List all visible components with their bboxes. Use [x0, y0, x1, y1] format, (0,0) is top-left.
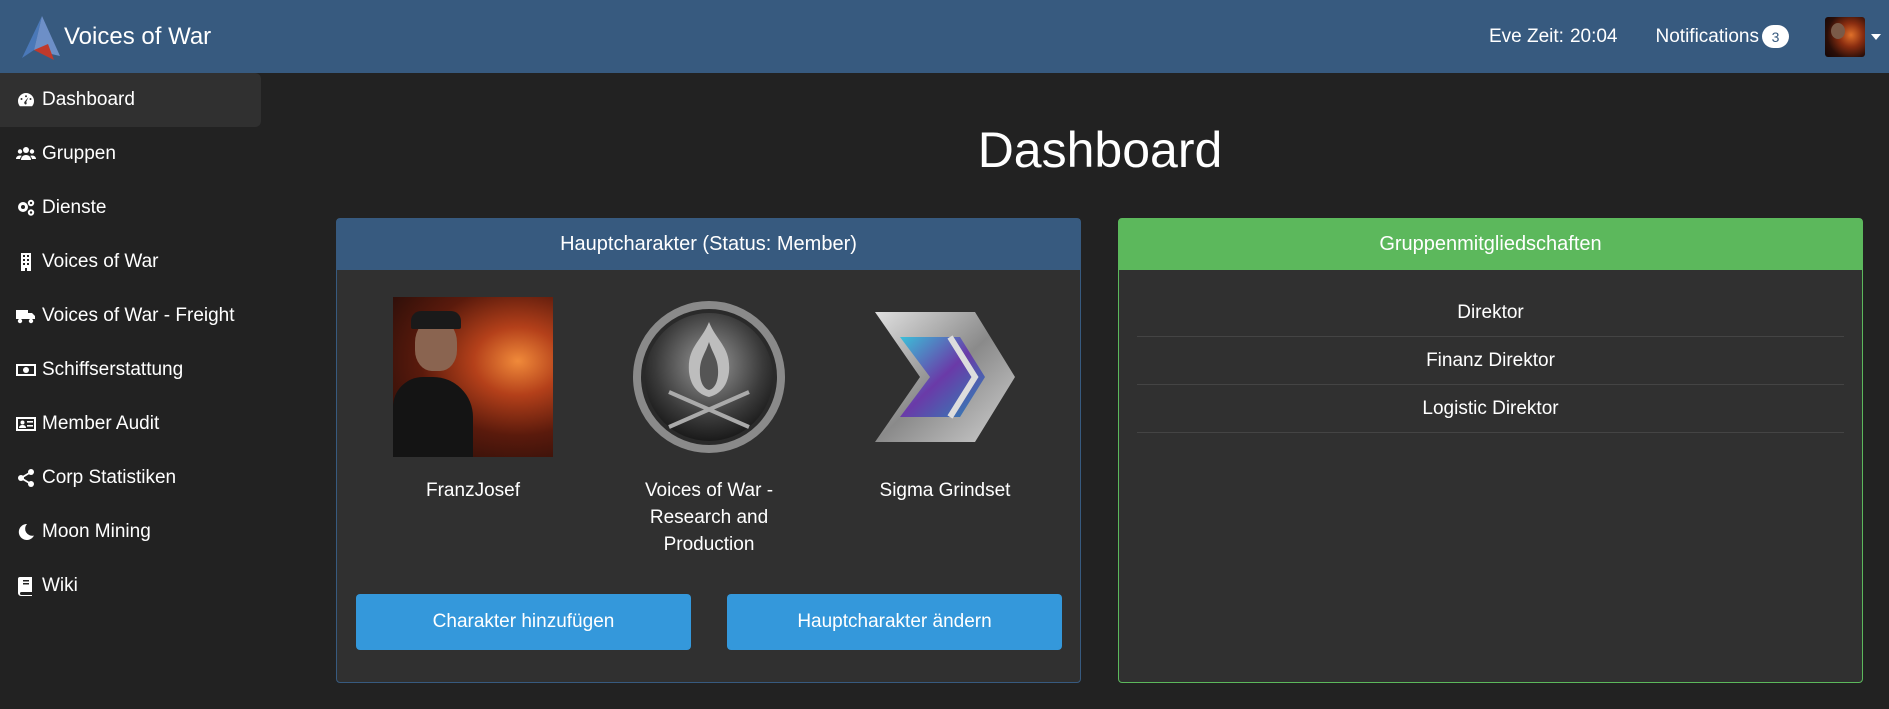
sidebar-item-schiffserstattung[interactable]: Schiffserstattung	[0, 343, 261, 397]
sidebar-item-member-audit[interactable]: Member Audit	[0, 397, 261, 451]
sidebar-item-label: Dienste	[42, 197, 107, 218]
sidebar-item-label: Corp Statistiken	[42, 467, 177, 488]
main-character-card: Hauptcharakter (Status: Member) FranzJos…	[336, 218, 1081, 683]
id-card-icon	[15, 414, 37, 434]
main-character-card-header: Hauptcharakter (Status: Member)	[337, 219, 1080, 270]
users-icon	[15, 144, 37, 164]
character-portrait: FranzJosef	[373, 297, 573, 504]
moon-icon	[15, 522, 37, 542]
sidebar-item-label: Wiki	[42, 575, 78, 596]
list-item: Direktor	[1137, 289, 1844, 337]
list-item: Logistic Direktor	[1137, 385, 1844, 433]
gauge-icon	[15, 90, 37, 110]
book-icon	[15, 576, 37, 596]
page-title: Dashboard	[977, 122, 1223, 178]
sidebar-item-dashboard[interactable]: Dashboard	[0, 73, 261, 127]
eve-time: Eve Zeit: 20:04	[1489, 26, 1618, 48]
notifications-label: Notifications	[1655, 25, 1760, 47]
corporation-name: Voices of War - Research and Production	[644, 480, 774, 555]
notifications-link[interactable]: Notifications 3	[1655, 25, 1789, 48]
alliance-logo-icon	[865, 297, 1025, 457]
change-main-character-button[interactable]: Hauptcharakter ändern	[727, 594, 1062, 650]
sidebar-item-label: Voices of War	[42, 251, 159, 272]
sidebar-item-wiki[interactable]: Wiki	[0, 559, 261, 613]
group-memberships-card: Gruppenmitgliedschaften Direktor Finanz …	[1118, 218, 1863, 683]
sidebar-item-freight[interactable]: Voices of War - Freight	[0, 289, 261, 343]
alliance-logo-icon	[20, 14, 62, 60]
building-icon	[15, 252, 37, 272]
alliance-name: Sigma Grindset	[879, 480, 1011, 501]
character-name: FranzJosef	[426, 480, 520, 501]
sidebar-item-corp-statistiken[interactable]: Corp Statistiken	[0, 451, 261, 505]
corporation-logo-icon	[629, 297, 789, 457]
eve-time-value: 20:04	[1569, 25, 1618, 47]
money-bill-icon	[15, 360, 37, 380]
sidebar-item-label: Member Audit	[42, 413, 160, 434]
sidebar-item-label: Gruppen	[42, 143, 116, 164]
brand-name: Voices of War	[64, 22, 212, 50]
cogs-icon	[15, 198, 37, 218]
eve-time-label: Eve Zeit:	[1488, 25, 1564, 47]
sidebar-item-dienste[interactable]: Dienste	[0, 181, 261, 235]
top-navbar: Voices of War Eve Zeit: 20:04 Notificati…	[0, 0, 1889, 73]
character-image	[393, 297, 553, 457]
avatar	[1825, 16, 1865, 57]
sidebar-item-label: Moon Mining	[42, 521, 151, 542]
share-nodes-icon	[15, 468, 37, 488]
sidebar-item-label: Dashboard	[42, 89, 135, 110]
list-item: Finanz Direktor	[1137, 337, 1844, 385]
sidebar: Dashboard Gruppen Dienste Voices of War …	[0, 73, 261, 613]
add-character-button[interactable]: Charakter hinzufügen	[356, 594, 691, 650]
brand-link[interactable]: Voices of War	[20, 0, 211, 73]
truck-icon	[15, 306, 37, 326]
chevron-down-icon	[1871, 33, 1881, 40]
sidebar-item-moon-mining[interactable]: Moon Mining	[0, 505, 261, 559]
alliance-portrait: Sigma Grindset	[845, 297, 1045, 504]
sidebar-item-label: Voices of War - Freight	[42, 305, 235, 326]
corporation-portrait: Voices of War - Research and Production	[609, 297, 809, 558]
sidebar-item-voices-of-war[interactable]: Voices of War	[0, 235, 261, 289]
notifications-badge: 3	[1762, 25, 1789, 48]
group-list: Direktor Finanz Direktor Logistic Direkt…	[1137, 289, 1844, 433]
user-menu-toggle[interactable]	[1825, 16, 1881, 57]
group-memberships-card-header: Gruppenmitgliedschaften	[1119, 219, 1862, 270]
sidebar-item-gruppen[interactable]: Gruppen	[0, 127, 261, 181]
sidebar-item-label: Schiffserstattung	[42, 359, 184, 380]
